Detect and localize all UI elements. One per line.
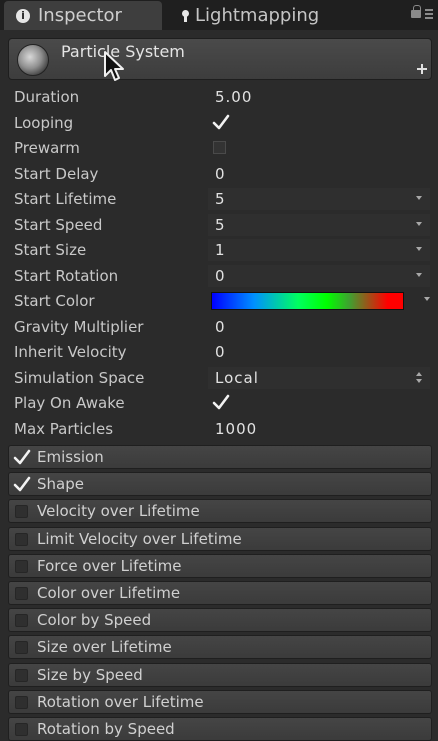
property-value: 5 [215,190,226,208]
module-enable-checkbox[interactable] [15,532,28,546]
property-row: Start Lifetime 5 [0,187,438,212]
property-value-field[interactable]: 0 [215,318,226,336]
module-enable-checkbox[interactable] [15,614,28,628]
module-label: Size over Lifetime [37,638,172,657]
color-gradient-field[interactable] [211,292,404,310]
module-enable-checkbox[interactable] [15,505,28,519]
module-header[interactable]: Size over Lifetime [8,635,432,660]
module-label: Limit Velocity over Lifetime [37,529,242,548]
dropdown-arrow-icon[interactable] [424,297,430,301]
dropdown-arrow-icon [416,196,422,200]
curve-mode-dropdown[interactable]: 0 [208,264,430,287]
component-header[interactable]: Particle System [8,38,432,80]
property-label: Start Rotation [14,266,119,285]
module-label: Velocity over Lifetime [37,502,200,521]
property-row: Start Delay 0 [0,162,438,187]
checkbox-checked-icon[interactable] [212,113,230,131]
enum-dropdown[interactable]: Local [208,366,430,389]
property-value-field[interactable]: 5.00 [215,88,252,106]
module-header[interactable]: Emission [8,445,432,469]
lightbulb-icon [182,9,189,22]
property-label: Start Lifetime [14,190,117,208]
property-row: Gravity Multiplier 0 [0,315,438,340]
property-label: Play On Awake [14,394,125,412]
property-label: Start Speed [14,215,103,234]
module-header[interactable]: Shape [8,472,432,497]
module-enable-checkbox[interactable] [15,695,28,709]
particle-system-icon [17,44,49,76]
module-header[interactable]: Color over Lifetime [8,581,432,605]
property-label: Max Particles [14,419,114,438]
property-value: 1 [215,241,226,259]
property-label: Looping [14,113,74,132]
module-header[interactable]: Velocity over Lifetime [8,499,432,524]
property-row: Prewarm [0,136,438,161]
module-label: Color by Speed [37,611,152,630]
module-enabled-check-icon[interactable] [13,448,31,466]
property-label: Inherit Velocity [14,343,127,361]
curve-mode-dropdown[interactable]: 5 [208,213,430,236]
module-label: Shape [37,475,84,494]
info-icon: i [16,8,30,23]
property-value-field[interactable]: 0 [215,165,226,183]
menu-icon[interactable] [425,9,433,19]
module-header[interactable]: Color by Speed [8,608,432,633]
module-label: Force over Lifetime [37,556,182,575]
updown-arrow-icon [416,371,422,385]
dropdown-arrow-icon [416,272,422,277]
tab-lightmapping[interactable]: Lightmapping [182,1,382,30]
tab-inspector[interactable]: i Inspector [4,1,162,30]
property-row: Duration 5.00 [0,85,438,110]
module-header[interactable]: Size by Speed [8,662,432,687]
module-enable-checkbox[interactable] [15,723,28,736]
tab-bar: i Inspector Lightmapping [0,0,438,30]
property-value-field[interactable]: 1000 [215,420,257,438]
checkbox-unchecked[interactable] [213,141,226,154]
module-label: Rotation by Speed [37,720,175,738]
property-row: Start Rotation 0 [0,264,438,289]
property-row: Start Color [0,289,438,314]
property-label: Start Color [14,292,95,310]
property-row: Simulation Space Local [0,366,438,391]
property-label: Simulation Space [14,368,145,387]
module-enabled-check-icon[interactable] [13,475,31,493]
property-row: Looping [0,111,438,136]
curve-mode-dropdown[interactable]: 5 [208,188,430,210]
curve-mode-dropdown[interactable]: 1 [208,239,430,261]
module-enable-checkbox[interactable] [15,559,28,573]
property-value: 5 [215,215,226,234]
property-label: Prewarm [14,139,80,157]
module-enable-checkbox[interactable] [15,668,28,682]
property-label: Duration [14,88,80,106]
property-row: Start Size 1 [0,238,438,263]
property-row: Play On Awake [0,391,438,416]
module-header[interactable]: Rotation by Speed [8,717,432,741]
lock-icon[interactable] [411,5,421,18]
checkbox-checked-icon[interactable] [212,393,230,411]
module-header[interactable]: Limit Velocity over Lifetime [8,526,432,551]
module-label: Rotation over Lifetime [37,692,204,711]
dropdown-arrow-icon [416,221,422,226]
module-enable-checkbox[interactable] [15,587,28,600]
property-label: Start Size [14,241,87,259]
property-row: Inherit Velocity 0 [0,340,438,365]
property-row: Start Speed 5 [0,213,438,238]
module-header[interactable]: Rotation over Lifetime [8,689,432,714]
add-module-icon[interactable] [417,64,427,74]
dropdown-arrow-icon [416,247,422,251]
module-label: Size by Speed [37,665,143,684]
module-label: Color over Lifetime [37,584,181,602]
tab-lightmapping-label: Lightmapping [195,5,320,26]
module-header[interactable]: Force over Lifetime [8,553,432,578]
property-label: Gravity Multiplier [14,317,144,336]
property-value-field[interactable]: 0 [215,343,226,361]
module-label: Emission [37,448,104,466]
tab-inspector-label: Inspector [38,5,122,26]
mouse-cursor-icon [104,51,124,81]
module-enable-checkbox[interactable] [15,641,28,655]
property-row: Max Particles 1000 [0,417,438,442]
property-value: 0 [215,266,226,285]
property-value: Local [215,368,259,387]
property-label: Start Delay [14,164,99,183]
